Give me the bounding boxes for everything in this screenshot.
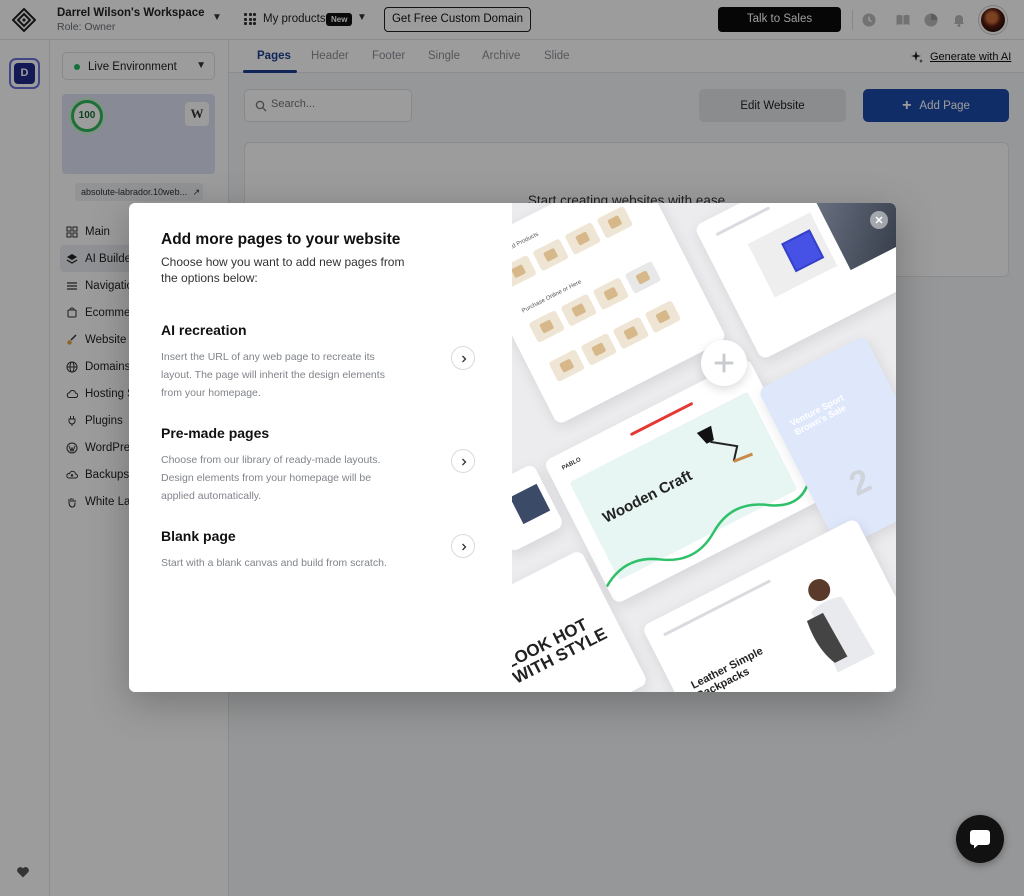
product-thumb	[580, 332, 618, 366]
option-blank-page[interactable]: Blank page Start with a blank canvas and…	[161, 528, 491, 572]
product-thumb	[644, 300, 682, 334]
template-headline: Leather Simple Backpacks	[689, 645, 766, 692]
option-title: Pre-made pages	[161, 425, 270, 441]
template-headline: LOOK HOT WITH STYLE	[512, 614, 611, 688]
template-text: PABLO	[561, 456, 583, 472]
close-icon	[875, 216, 883, 224]
modal-options-panel: Add more pages to your website Choose ho…	[129, 203, 512, 692]
nav-line	[663, 579, 772, 637]
product-thumb	[532, 238, 570, 272]
person-illustration	[806, 579, 876, 673]
templates-illustration: Featured Products Purchase Online or Her…	[512, 203, 896, 692]
option-title: Blank page	[161, 528, 236, 544]
product-thumb	[548, 349, 586, 383]
product-thumb	[592, 277, 630, 311]
option-description: Start with a blank canvas and build from…	[161, 557, 387, 569]
option-pre-made-pages[interactable]: Pre-made pages Choose from our library o…	[161, 425, 491, 505]
option-arrow-button[interactable]	[451, 449, 475, 473]
option-ai-recreation[interactable]: AI recreation Insert the URL of any web …	[161, 322, 491, 402]
product-thumb	[612, 316, 650, 350]
modal-subtitle: Choose how you want to add new pages fro…	[161, 255, 405, 285]
product-thumb	[596, 205, 634, 239]
chat-support-button[interactable]	[956, 815, 1004, 863]
option-arrow-button[interactable]	[451, 346, 475, 370]
template-number: 2	[843, 461, 878, 504]
modal-title: Add more pages to your website	[161, 231, 401, 248]
chat-bubble-icon	[970, 830, 990, 849]
close-modal-button[interactable]	[870, 211, 888, 229]
option-description: Choose from our library of ready-made la…	[161, 454, 381, 502]
chevron-right-icon	[462, 543, 467, 551]
add-pages-modal: Add more pages to your website Choose ho…	[129, 203, 896, 692]
text-line	[715, 206, 771, 237]
product-thumb	[560, 293, 598, 327]
chevron-right-icon	[462, 458, 467, 466]
plus-icon	[701, 340, 747, 386]
template-text: Venture Sport Brown's Sale	[788, 392, 848, 438]
product-thumb	[528, 309, 566, 344]
product-thumb	[564, 221, 602, 256]
option-description: Insert the URL of any web page to recrea…	[161, 351, 385, 399]
image-block	[512, 483, 551, 525]
chevron-right-icon	[462, 355, 467, 363]
product-thumb	[624, 260, 662, 295]
option-arrow-button[interactable]	[451, 534, 475, 558]
option-title: AI recreation	[161, 322, 247, 338]
product-thumb	[512, 254, 537, 288]
